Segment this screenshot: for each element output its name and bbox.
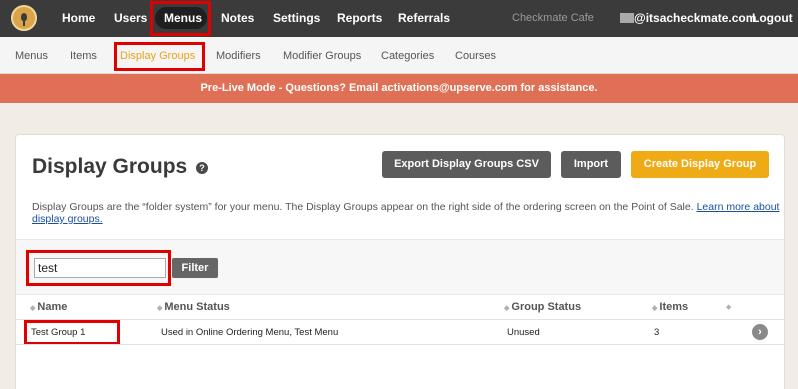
highlight-box-search [26,250,171,286]
sort-icon: ◆ [652,305,658,312]
cafe-name: Checkmate Cafe [512,12,594,24]
page-title: Display Groups [32,155,188,178]
nav-settings[interactable]: Settings [273,11,320,25]
create-display-group-button[interactable]: Create Display Group [631,151,769,178]
filter-button[interactable]: Filter [172,258,218,278]
highlight-box-menus [150,1,211,36]
top-nav: Home Users Menus Notes Settings Reports … [0,0,798,37]
table-header-divider [16,319,784,320]
column-header-menu-status[interactable]: ◆ Menu Status [157,301,230,313]
sub-nav: Menus Items Display Groups Modifiers Mod… [0,37,798,74]
import-button[interactable]: Import [561,151,621,178]
help-icon[interactable]: ? [196,162,208,174]
subnav-items[interactable]: Items [70,50,97,62]
display-groups-panel: Display Groups ? Export Display Groups C… [15,134,785,389]
nav-referrals[interactable]: Referrals [398,11,450,25]
highlight-box-display-groups [114,42,205,71]
redacted-email-block [620,13,634,23]
cell-menu-status: Used in Online Ordering Menu, Test Menu [161,327,339,338]
column-label: Group Status [511,301,582,313]
export-csv-button[interactable]: Export Display Groups CSV [382,151,551,178]
sort-icon: ◆ [504,305,510,312]
description-text: Display Groups are the “folder system” f… [32,201,694,213]
cell-items: 3 [654,327,660,338]
user-email[interactable]: @itsacheckmate.com [634,11,756,25]
nav-notes[interactable]: Notes [221,11,254,25]
subnav-modifier-groups[interactable]: Modifier Groups [283,50,361,62]
cell-group-status: Unused [507,327,540,338]
page-description: Display Groups are the “folder system” f… [32,201,784,225]
subnav-menus[interactable]: Menus [15,50,48,62]
column-label: Items [659,301,689,313]
sort-icon: ◆ [30,305,36,312]
subnav-courses[interactable]: Courses [455,50,496,62]
column-header-name[interactable]: ◆ Name [30,301,67,313]
chevron-right-icon[interactable]: › [752,324,768,340]
highlight-box-row-name [24,320,120,345]
subnav-categories[interactable]: Categories [381,50,434,62]
filter-bar: Filter [16,239,784,295]
sort-icon: ◆ [157,305,163,312]
nav-reports[interactable]: Reports [337,11,382,25]
column-label: Menu Status [164,301,230,313]
subnav-modifiers[interactable]: Modifiers [216,50,261,62]
pre-live-banner: Pre-Live Mode - Questions? Email activat… [0,74,798,103]
nav-home[interactable]: Home [62,11,95,25]
table-row-divider [16,344,784,345]
column-label: Name [37,301,68,313]
logout-link[interactable]: Logout [752,11,793,25]
sort-icon[interactable]: ◆ [726,303,731,311]
nav-users[interactable]: Users [114,11,147,25]
column-header-group-status[interactable]: ◆ Group Status [504,301,581,313]
brand-logo-icon[interactable] [11,5,37,31]
column-header-items[interactable]: ◆ Items [652,301,688,313]
